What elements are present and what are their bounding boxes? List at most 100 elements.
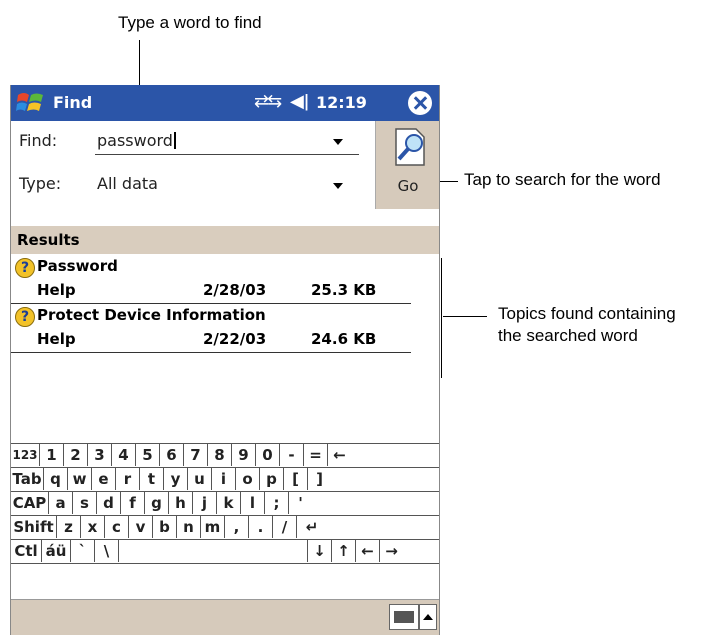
callout-tap-search: Tap to search for the word (464, 170, 661, 189)
callout-type-word: Type a word to find (118, 13, 262, 32)
keyboard-bottom-border (11, 563, 439, 564)
key-comma[interactable]: , (225, 516, 249, 538)
key-g[interactable]: g (145, 492, 169, 514)
key-ctl[interactable]: Ctl (11, 540, 42, 562)
key-minus[interactable]: - (280, 444, 304, 466)
key-m[interactable]: m (201, 516, 225, 538)
result-date: 2/28/03 (203, 281, 267, 299)
keyboard-row-q: Tab q w e r t y u i o p [ ] (11, 467, 439, 491)
key-6[interactable]: 6 (160, 444, 184, 466)
app-title: Find (53, 93, 93, 112)
key-a[interactable]: a (49, 492, 73, 514)
key-8[interactable]: 8 (208, 444, 232, 466)
key-equals[interactable]: = (304, 444, 328, 466)
key-n[interactable]: n (177, 516, 201, 538)
key-3[interactable]: 3 (88, 444, 112, 466)
result-item[interactable]: ? Protect Device Information Help 2/22/0… (11, 305, 431, 353)
find-input[interactable]: password (97, 131, 176, 150)
clock[interactable]: 12:19 (316, 93, 367, 112)
key-h[interactable]: h (169, 492, 193, 514)
result-separator (11, 352, 411, 353)
key-u[interactable]: u (188, 468, 212, 490)
input-panel-button[interactable] (389, 604, 419, 630)
key-c[interactable]: c (105, 516, 129, 538)
result-item[interactable]: ? Password Help 2/28/03 25.3 KB (11, 256, 431, 304)
key-t[interactable]: t (140, 468, 164, 490)
key-arrow-left[interactable]: ← (356, 540, 380, 562)
key-y[interactable]: y (164, 468, 188, 490)
key-backslash[interactable]: \ (95, 540, 119, 562)
soft-keyboard: 123 1 2 3 4 5 6 7 8 9 0 - = ← Tab q w e … (11, 443, 439, 605)
search-area: Find: password Type: All data Go (11, 121, 439, 209)
key-semicolon[interactable]: ; (265, 492, 289, 514)
key-2[interactable]: 2 (64, 444, 88, 466)
key-5[interactable]: 5 (136, 444, 160, 466)
input-panel-arrow-icon[interactable] (419, 604, 437, 630)
key-f[interactable]: f (121, 492, 145, 514)
find-dropdown-arrow-icon[interactable] (333, 139, 343, 145)
key-9[interactable]: 9 (232, 444, 256, 466)
keyboard-icon (394, 611, 414, 623)
key-right-bracket[interactable]: ] (308, 468, 331, 490)
key-space[interactable] (119, 540, 308, 562)
windows-start-icon[interactable] (15, 89, 47, 117)
results-header: Results (11, 226, 439, 254)
key-w[interactable]: w (68, 468, 92, 490)
key-arrow-up[interactable]: ↑ (332, 540, 356, 562)
key-i[interactable]: i (212, 468, 236, 490)
key-v[interactable]: v (129, 516, 153, 538)
key-4[interactable]: 4 (112, 444, 136, 466)
key-123[interactable]: 123 (11, 444, 40, 466)
key-arrow-right[interactable]: → (380, 540, 403, 562)
key-d[interactable]: d (97, 492, 121, 514)
key-k[interactable]: k (217, 492, 241, 514)
key-o[interactable]: o (236, 468, 260, 490)
key-left-bracket[interactable]: [ (284, 468, 308, 490)
key-x[interactable]: x (81, 516, 105, 538)
key-l[interactable]: l (241, 492, 265, 514)
keyboard-row-numbers: 123 1 2 3 4 5 6 7 8 9 0 - = ← (11, 443, 439, 467)
key-slash[interactable]: / (273, 516, 297, 538)
key-accents[interactable]: áü (42, 540, 71, 562)
key-backtick[interactable]: ` (71, 540, 95, 562)
key-7[interactable]: 7 (184, 444, 208, 466)
key-r[interactable]: r (116, 468, 140, 490)
close-icon[interactable] (408, 91, 432, 115)
key-tab[interactable]: Tab (11, 468, 44, 490)
result-title: Password (37, 257, 118, 275)
key-1[interactable]: 1 (40, 444, 64, 466)
key-z[interactable]: z (57, 516, 81, 538)
type-select[interactable]: All data (97, 174, 158, 193)
key-e[interactable]: e (92, 468, 116, 490)
help-icon: ? (15, 258, 35, 278)
callout-topics-found: Topics found containing the searched wor… (498, 303, 676, 347)
go-label: Go (397, 177, 419, 195)
key-period[interactable]: . (249, 516, 273, 538)
key-shift[interactable]: Shift (11, 516, 57, 538)
connectivity-icon[interactable]: ⇄⇆ (254, 91, 282, 112)
key-q[interactable]: q (44, 468, 68, 490)
key-arrow-down[interactable]: ↓ (308, 540, 332, 562)
key-s[interactable]: s (73, 492, 97, 514)
key-0[interactable]: 0 (256, 444, 280, 466)
result-separator (11, 303, 411, 304)
type-dropdown-arrow-icon[interactable] (333, 183, 343, 189)
key-p[interactable]: p (260, 468, 284, 490)
key-backspace[interactable]: ← (328, 444, 351, 466)
text-caret (173, 132, 176, 149)
key-quote[interactable]: ' (289, 492, 312, 514)
magnifier-document-icon (395, 128, 425, 166)
results-label: Results (17, 231, 80, 249)
callout-topics-line2: the searched word (498, 326, 638, 345)
go-button[interactable]: Go (375, 121, 439, 209)
title-bar: Find ⇄⇆ ◀ǀ 12:19 (11, 85, 439, 121)
key-enter[interactable]: ↵ (297, 516, 327, 538)
volume-icon[interactable]: ◀ǀ (290, 91, 309, 112)
key-b[interactable]: b (153, 516, 177, 538)
key-caps[interactable]: CAP (11, 492, 49, 514)
menu-bar (11, 599, 439, 635)
find-input-underline (95, 154, 359, 155)
key-j[interactable]: j (193, 492, 217, 514)
pocketpc-screen: Find ⇄⇆ ◀ǀ 12:19 Find: password Type: Al… (10, 85, 440, 635)
callout-bracket-topics (441, 258, 442, 378)
